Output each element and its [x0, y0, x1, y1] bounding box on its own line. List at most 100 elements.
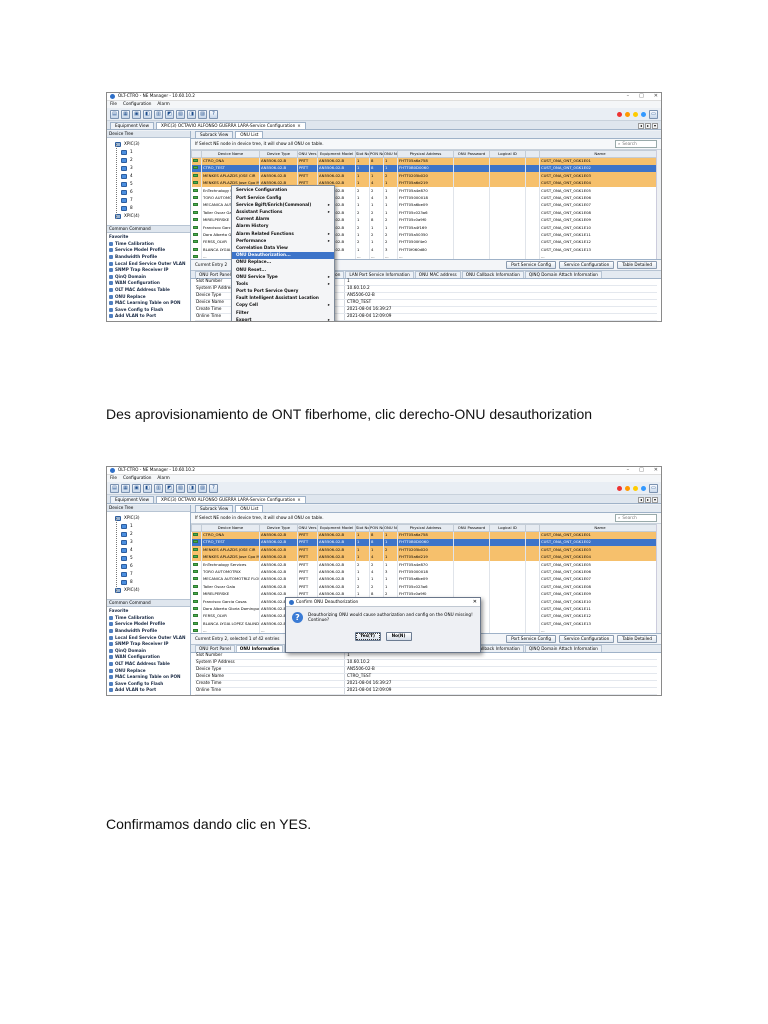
column-header[interactable]: Device Type: [259, 523, 298, 532]
detail-tab[interactable]: LAN Port Service Information: [345, 271, 414, 278]
toolbar-alarm-icon[interactable]: ◩: [165, 483, 174, 493]
toolbar-save-icon[interactable]: ▣: [132, 483, 141, 493]
command-item[interactable]: Add VLAN to Port: [109, 687, 188, 694]
context-menu-item[interactable]: Current Alarm: [232, 216, 334, 223]
menu-alarm[interactable]: Alarm: [157, 476, 169, 480]
menu-configuration[interactable]: Configuration: [123, 476, 151, 480]
context-menu-item[interactable]: Port to Port Service Query: [232, 288, 334, 295]
menu-alarm[interactable]: Alarm: [157, 102, 169, 106]
command-item[interactable]: Save Config to Flash: [109, 307, 188, 314]
context-menu-item[interactable]: Port Service Config: [232, 194, 334, 201]
tree-slot-8[interactable]: 8: [121, 578, 190, 586]
table-row[interactable]: EnTechnology ServicesAN5506-02-BPRTTAN55…: [191, 560, 661, 569]
column-header[interactable]: Name: [539, 523, 661, 532]
tree-slot-2[interactable]: 2: [121, 156, 190, 164]
favorite-folder[interactable]: Favorite: [109, 608, 188, 615]
table-row[interactable]: Taller Oscar GalaAN5506-02-BPRTTAN5506-0…: [191, 583, 661, 591]
critical-alarm-icon[interactable]: [617, 111, 622, 117]
table-detailed-button[interactable]: Table Detailed: [617, 634, 657, 643]
toolbar-log-icon[interactable]: ◨: [187, 483, 196, 493]
column-header[interactable]: Slot No.: [355, 149, 370, 158]
command-item[interactable]: Bandwidth Profile: [109, 628, 188, 635]
column-header[interactable]: Device Name: [201, 523, 260, 532]
minor-alarm-icon[interactable]: [633, 111, 638, 117]
context-menu-item[interactable]: Service Configuration: [232, 187, 334, 194]
tab-next-icon[interactable]: ▸: [645, 497, 651, 503]
command-item[interactable]: QinQ Domain: [109, 648, 188, 655]
search-input[interactable]: ⌕ Search: [615, 514, 657, 523]
close-button[interactable]: ✕: [654, 468, 658, 473]
favorite-folder[interactable]: Favorite: [109, 234, 188, 241]
yes-button[interactable]: Yes(Y): [354, 632, 381, 641]
service-configuration-button[interactable]: Service Configuration: [559, 634, 615, 643]
toolbar-device-icon[interactable]: ▥: [154, 483, 163, 493]
command-item[interactable]: Local End Service Outer VLAN: [109, 260, 188, 267]
toolbar-new-icon[interactable]: ▤: [110, 109, 119, 119]
tab-prev-icon[interactable]: ◂: [638, 123, 644, 129]
detail-tab[interactable]: ONU Callback Information: [461, 271, 524, 278]
tree-slot-6[interactable]: 6: [121, 562, 190, 570]
command-item[interactable]: Time Calibration: [109, 615, 188, 622]
command-item[interactable]: Add VLAN to Port: [109, 313, 188, 320]
column-header[interactable]: [525, 523, 540, 532]
column-header[interactable]: PON No.: [369, 523, 384, 532]
table-row[interactable]: MENKES APLAZDS Jose Cpo M AN5506-02-B PRTT…: [191, 553, 661, 561]
tree-root2-node[interactable]: XPIC(4): [115, 212, 190, 220]
context-menu-item[interactable]: Assistant Functions ▸: [232, 209, 334, 216]
column-header[interactable]: Logical ID: [489, 149, 526, 158]
column-header[interactable]: ONU Password: [453, 523, 490, 532]
table-row[interactable]: CTRO_TEST AN5506-02-B PRTT AN5506-02-B 1 8 1 FH…: [191, 164, 661, 173]
tree-slot-3[interactable]: 3: [121, 538, 190, 546]
command-item[interactable]: SNMP Trap Receiver IP: [109, 641, 188, 648]
dialog-close-icon[interactable]: ✕: [473, 599, 477, 605]
column-header[interactable]: ONU No.: [383, 149, 398, 158]
context-menu-item[interactable]: Copy Cell ▸: [232, 302, 334, 309]
tree-slot-5[interactable]: 5: [121, 180, 190, 188]
table-scrollbar[interactable]: [656, 523, 661, 633]
command-item[interactable]: OLT MAC Address Table: [109, 287, 188, 294]
column-header[interactable]: ONU Vers: [297, 149, 318, 158]
tree-root-node[interactable]: XPIC(3): [115, 514, 190, 522]
tab-subrack-view[interactable]: Subrack View: [195, 131, 234, 139]
context-menu-item[interactable]: ONU Deauthorization...: [232, 251, 334, 259]
table-row[interactable]: TORO AUTOMOTRIXAN5506-02-BPRTTAN5506-02-…: [191, 568, 661, 576]
maximize-button[interactable]: □: [639, 94, 644, 99]
service-configuration-button[interactable]: Service Configuration: [559, 260, 615, 269]
tree-root-node[interactable]: XPIC(3): [115, 140, 190, 148]
column-header[interactable]: Name: [539, 149, 661, 158]
port-service-config-button[interactable]: Port Service Config: [506, 634, 557, 643]
table-row[interactable]: MECANICA AUTOMOTRIZ FLORAN5506-02-BPRTTA…: [191, 575, 661, 583]
command-item[interactable]: Bandwidth Profile: [109, 254, 188, 261]
no-button[interactable]: No(N): [385, 632, 412, 641]
menu-file[interactable]: File: [110, 476, 117, 480]
table-detailed-button[interactable]: Table Detailed: [617, 260, 657, 269]
command-item[interactable]: OLT MAC Address Table: [109, 661, 188, 668]
table-row[interactable]: CTRO_ONA AN5506-02-B PRTT AN5506-02-B 1 8 1 FHT…: [191, 531, 661, 539]
detail-tab[interactable]: QINQ Domain Attach Information: [524, 645, 602, 652]
column-header[interactable]: ONU Vers: [297, 523, 318, 532]
major-alarm-icon[interactable]: [625, 485, 630, 491]
toolbar-open-icon[interactable]: ▦: [121, 483, 130, 493]
toolbar-save-icon[interactable]: ▣: [132, 109, 141, 119]
context-menu-item[interactable]: ONU Replace...: [232, 259, 334, 266]
context-menu-item[interactable]: ONU Reset...: [232, 266, 334, 273]
tab-onu-list[interactable]: ONU List: [235, 505, 264, 513]
context-menu-item[interactable]: Alarm History: [232, 223, 334, 230]
context-menu-item[interactable]: Export ▸: [232, 316, 334, 321]
table-row[interactable]: CTRO_TEST AN5506-02-B PRTT AN5506-02-B 1 8 1 FH…: [191, 538, 661, 547]
tab-close-icon[interactable]: ×: [297, 497, 301, 502]
tree-slot-4[interactable]: 4: [121, 546, 190, 554]
column-header[interactable]: Physical Address: [397, 523, 454, 532]
search-input[interactable]: ⌕ Search: [615, 140, 657, 149]
command-item[interactable]: WAN Configuration: [109, 280, 188, 287]
tree-slot-2[interactable]: 2: [121, 530, 190, 538]
port-service-config-button[interactable]: Port Service Config: [506, 260, 557, 269]
warning-alarm-icon[interactable]: [641, 111, 646, 117]
toolbar-new-icon[interactable]: ▤: [110, 483, 119, 493]
tab-equipment-view[interactable]: Equipment View: [110, 122, 154, 129]
column-header[interactable]: Logical ID: [489, 523, 526, 532]
toolbar-device-icon[interactable]: ▥: [154, 109, 163, 119]
command-item[interactable]: MAC Learning Table on PON: [109, 300, 188, 307]
column-header[interactable]: Physical Address: [397, 149, 454, 158]
tab-next-icon[interactable]: ▸: [645, 123, 651, 129]
